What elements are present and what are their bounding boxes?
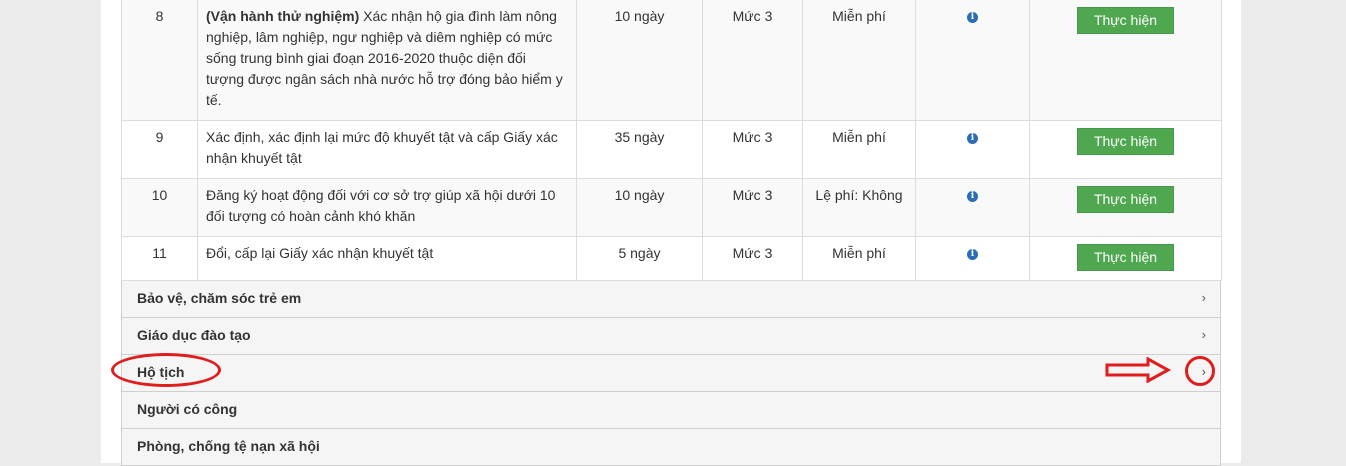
- processing-days: 10 ngày: [576, 0, 703, 121]
- procedure-name-text: Đổi, cấp lại Giấy xác nhận khuyết tật: [206, 245, 434, 261]
- row-number: 8: [121, 0, 198, 121]
- category-label: Giáo dục đào tạo: [137, 327, 251, 343]
- procedures-panel: 8 (Vận hành thử nghiệm) Xác nhận hộ gia …: [121, 0, 1222, 466]
- procedures-table: 8 (Vận hành thử nghiệm) Xác nhận hộ gia …: [121, 0, 1222, 281]
- annotation-ellipse: [111, 353, 221, 387]
- info-icon[interactable]: i: [967, 190, 978, 202]
- procedure-name[interactable]: Đăng ký hoạt động đối với cơ sở trợ giúp…: [197, 178, 577, 237]
- table-row: 10 Đăng ký hoạt động đối với cơ sở trợ g…: [121, 178, 1222, 237]
- procedure-name-text: tượng được ngân sách nhà nước hỗ trợ đón…: [206, 71, 563, 87]
- category-bao-ve-cham-soc-tre-em[interactable]: Bảo vệ, chăm sóc trẻ em ›: [121, 281, 1221, 318]
- action-cell: Thực hiện: [1029, 0, 1222, 121]
- page-container: 8 (Vận hành thử nghiệm) Xác nhận hộ gia …: [101, 0, 1241, 466]
- category-phong-chong-te-nan-xa-hoi[interactable]: Phòng, chống tệ nạn xã hội: [121, 429, 1221, 466]
- row-number: 10: [121, 178, 198, 237]
- processing-days: 35 ngày: [576, 120, 703, 179]
- fee: Lệ phí: Không: [802, 178, 916, 237]
- submit-procedure-button[interactable]: Thực hiện: [1076, 186, 1175, 213]
- service-level: Mức 3: [702, 120, 803, 179]
- procedure-name-text: nhận khuyết tật: [206, 150, 302, 166]
- fee: Miễn phí: [802, 120, 916, 179]
- procedure-name[interactable]: Đổi, cấp lại Giấy xác nhận khuyết tật: [197, 236, 577, 281]
- category-label: Phòng, chống tệ nạn xã hội: [137, 438, 320, 454]
- info-cell: i: [915, 178, 1030, 237]
- annotation-circle: [1185, 356, 1215, 386]
- procedure-name-text: Xác định, xác định lại mức độ khuyết tật…: [206, 129, 558, 145]
- procedure-name-text: nghiệp, lâm nghiệp, ngư nghiệp và diêm n…: [206, 29, 553, 45]
- procedure-name-text: sống trung bình giai đoạn 2016-2020 thuộ…: [206, 50, 526, 66]
- table-row: 11 Đổi, cấp lại Giấy xác nhận khuyết tật…: [121, 236, 1222, 281]
- submit-procedure-button[interactable]: Thực hiện: [1076, 7, 1175, 34]
- procedure-name[interactable]: Xác định, xác định lại mức độ khuyết tật…: [197, 120, 577, 179]
- table-row: 9 Xác định, xác định lại mức độ khuyết t…: [121, 120, 1222, 179]
- service-level: Mức 3: [702, 178, 803, 237]
- procedure-name-text: đối tượng có hoàn cảnh khó khăn: [206, 208, 416, 224]
- info-cell: i: [915, 120, 1030, 179]
- procedure-tag: (Vận hành thử nghiệm): [206, 8, 360, 24]
- procedure-name[interactable]: (Vận hành thử nghiệm) Xác nhận hộ gia đì…: [197, 0, 577, 121]
- category-nguoi-co-cong[interactable]: Người có công: [121, 392, 1221, 429]
- table-row: 8 (Vận hành thử nghiệm) Xác nhận hộ gia …: [121, 0, 1222, 121]
- service-level: Mức 3: [702, 0, 803, 121]
- category-ho-tich[interactable]: Hộ tịch ›: [121, 355, 1221, 392]
- processing-days: 5 ngày: [576, 236, 703, 281]
- category-label: Bảo vệ, chăm sóc trẻ em: [137, 290, 302, 306]
- submit-procedure-button[interactable]: Thực hiện: [1076, 244, 1175, 271]
- submit-procedure-button[interactable]: Thực hiện: [1076, 128, 1175, 155]
- procedure-name-text: Đăng ký hoạt động đối với cơ sở trợ giúp…: [206, 187, 556, 203]
- row-number: 9: [121, 120, 198, 179]
- info-cell: i: [915, 236, 1030, 281]
- category-label: Người có công: [137, 401, 238, 417]
- procedure-name-text: Xác nhận hộ gia đình làm nông: [359, 8, 557, 24]
- fee: Miễn phí: [802, 0, 916, 121]
- info-cell: i: [915, 0, 1030, 121]
- action-cell: Thực hiện: [1029, 120, 1222, 179]
- info-icon[interactable]: i: [967, 248, 978, 260]
- category-giao-duc-dao-tao[interactable]: Giáo dục đào tạo ›: [121, 318, 1221, 355]
- info-icon[interactable]: i: [967, 11, 978, 23]
- fee: Miễn phí: [802, 236, 916, 281]
- processing-days: 10 ngày: [576, 178, 703, 237]
- action-cell: Thực hiện: [1029, 178, 1222, 237]
- annotation-arrow-icon: [1105, 357, 1172, 383]
- info-icon[interactable]: i: [967, 132, 978, 144]
- chevron-right-icon[interactable]: ›: [1202, 327, 1206, 342]
- action-cell: Thực hiện: [1029, 236, 1222, 281]
- procedure-name-text: tế.: [206, 92, 222, 108]
- row-number: 11: [121, 236, 198, 281]
- service-level: Mức 3: [702, 236, 803, 281]
- chevron-right-icon[interactable]: ›: [1202, 290, 1206, 305]
